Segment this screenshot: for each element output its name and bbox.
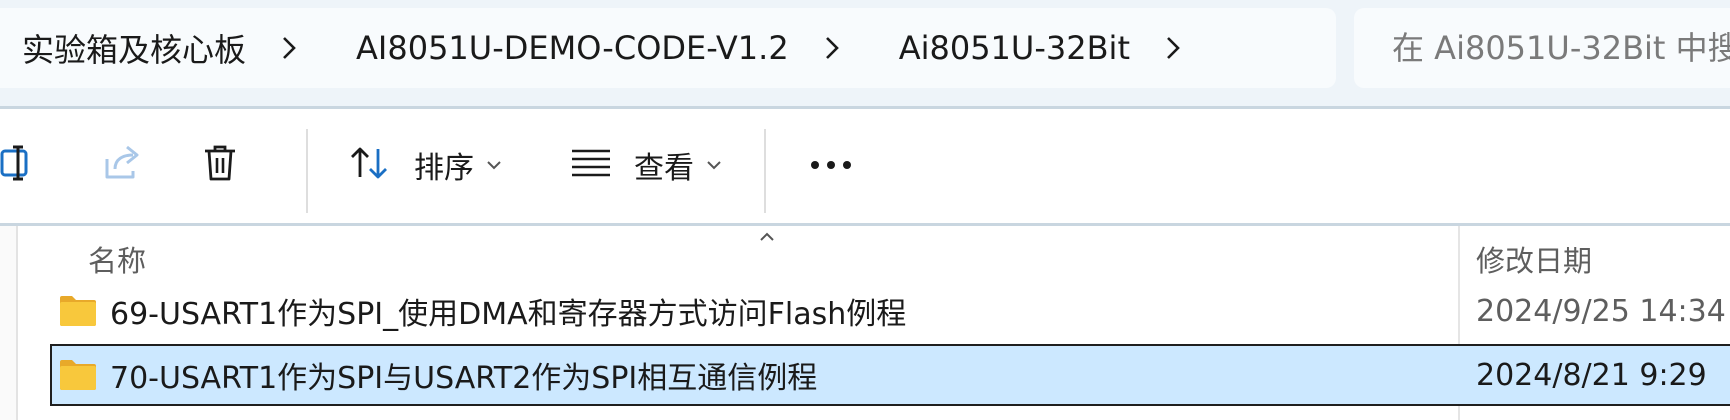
sort-label: 排序	[414, 151, 474, 186]
file-name: 70-USART1作为SPI与USART2作为SPI相互通信例程	[110, 361, 818, 396]
command-bar: 排序 查看	[0, 109, 1730, 223]
table-row[interactable]: 69-USART1作为SPI_使用DMA和寄存器方式访问Flash例程 2024…	[50, 280, 1730, 342]
search-box[interactable]	[1354, 8, 1730, 88]
table-row-selected[interactable]: 70-USART1作为SPI与USART2作为SPI相互通信例程 2024/8/…	[50, 344, 1730, 406]
delete-button[interactable]	[188, 133, 252, 197]
file-list: 名称 修改日期 69-USART1作为SPI_使用DMA和寄存器方式访问Flas…	[0, 226, 1730, 420]
more-icon	[809, 156, 853, 175]
sort-icon	[348, 143, 392, 187]
chevron-right-icon[interactable]	[807, 28, 857, 68]
navigation-pane-edge[interactable]	[0, 226, 18, 420]
more-options-button[interactable]	[796, 133, 866, 197]
file-date-modified: 2024/8/21 9:29	[1476, 357, 1707, 393]
breadcrumb[interactable]: 实验箱及核心板 AI8051U-DEMO-CODE-V1.2 Ai8051U-3…	[0, 8, 1336, 88]
folder-icon	[58, 294, 98, 332]
view-icon	[570, 145, 612, 185]
breadcrumb-item-2[interactable]: Ai8051U-32Bit	[891, 25, 1138, 71]
share-button[interactable]	[90, 133, 154, 197]
column-header-name-label: 名称	[88, 244, 147, 278]
chevron-right-icon[interactable]	[264, 28, 314, 68]
file-explorer-window: 实验箱及核心板 AI8051U-DEMO-CODE-V1.2 Ai8051U-3…	[0, 0, 1730, 420]
view-button[interactable]: 查看	[566, 133, 736, 197]
chevron-down-icon	[486, 159, 502, 171]
folder-icon	[58, 358, 98, 396]
share-icon	[101, 143, 143, 187]
rename-icon	[0, 143, 36, 187]
column-header-date-label: 修改日期	[1476, 244, 1593, 278]
toolbar-separator	[764, 129, 766, 213]
chevron-right-icon[interactable]	[1148, 28, 1198, 68]
file-date-modified: 2024/9/25 14:34	[1476, 293, 1726, 329]
address-bar-row: 实验箱及核心板 AI8051U-DEMO-CODE-V1.2 Ai8051U-3…	[0, 0, 1730, 108]
file-name: 69-USART1作为SPI_使用DMA和寄存器方式访问Flash例程	[110, 297, 907, 332]
sort-button[interactable]: 排序	[344, 133, 514, 197]
breadcrumb-item-0[interactable]: 实验箱及核心板	[14, 21, 254, 75]
view-label: 查看	[634, 151, 694, 186]
breadcrumb-item-1[interactable]: AI8051U-DEMO-CODE-V1.2	[348, 25, 797, 71]
rename-button[interactable]	[0, 133, 46, 197]
toolbar-separator	[306, 129, 308, 213]
search-input[interactable]	[1390, 28, 1730, 68]
delete-icon	[201, 143, 239, 187]
chevron-down-icon	[706, 159, 722, 171]
